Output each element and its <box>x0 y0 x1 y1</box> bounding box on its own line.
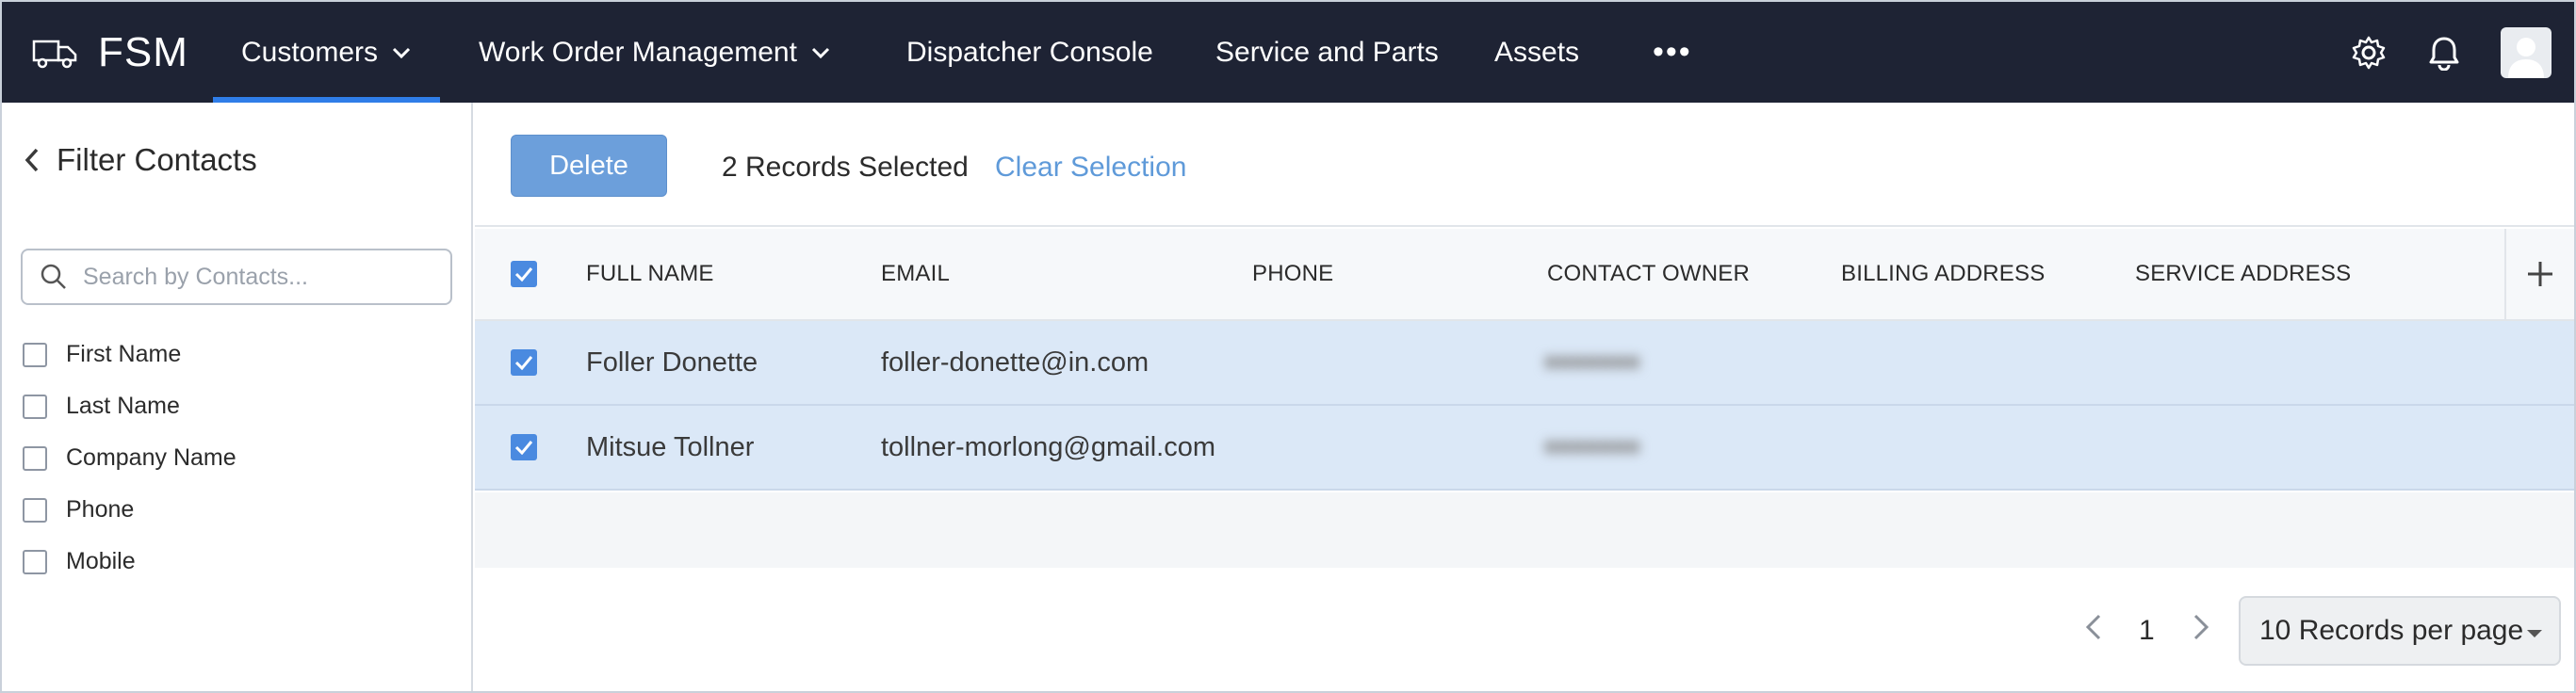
contacts-table: FULL NAME EMAIL PHONE CONTACT OWNER BILL… <box>475 229 2574 491</box>
filter-field-label: Company Name <box>66 444 236 471</box>
filter-field[interactable]: Phone <box>23 484 236 536</box>
filter-field-label: First Name <box>66 341 182 367</box>
checkbox[interactable] <box>23 445 47 471</box>
nav-dispatcher-console[interactable]: Dispatcher Console <box>906 2 1153 103</box>
chevron-down-icon <box>811 47 829 58</box>
gear-icon-svg <box>2352 36 2386 69</box>
column-header-service-address[interactable]: SERVICE ADDRESS <box>2135 261 2351 287</box>
current-page: 1 <box>2139 615 2155 646</box>
main-content: Delete 2 Records Selected Clear Selectio… <box>475 103 2574 691</box>
checkbox[interactable] <box>23 394 47 419</box>
top-navigation: FSM Customers Work Order Management Disp… <box>2 2 2574 103</box>
bell-icon[interactable] <box>2425 34 2463 72</box>
filter-field-list: First Name Last Name Company Name Phone … <box>23 329 236 588</box>
filter-field[interactable]: Last Name <box>23 380 236 432</box>
chevron-left-icon[interactable] <box>23 146 41 174</box>
nav-work-order-management[interactable]: Work Order Management <box>479 2 831 103</box>
cell-full-name[interactable]: Mitsue Tollner <box>586 432 754 463</box>
pagination: 1 10 Records per page <box>475 568 2574 691</box>
check-icon <box>514 441 533 455</box>
row-checkbox[interactable] <box>511 349 537 376</box>
bulk-action-bar: Delete 2 Records Selected Clear Selectio… <box>475 103 2574 227</box>
plus-icon <box>2528 262 2552 286</box>
user-avatar-icon <box>2508 37 2544 78</box>
checkbox[interactable] <box>23 549 47 574</box>
filter-field[interactable]: Company Name <box>23 432 236 484</box>
truck-logo-icon <box>32 40 77 68</box>
filter-field-label: Phone <box>66 496 135 523</box>
nav-work-order-label: Work Order Management <box>479 36 797 68</box>
nav-assets-label: Assets <box>1494 36 1580 68</box>
cell-email[interactable]: foller-donette@in.com <box>881 347 1149 379</box>
search-input[interactable] <box>83 263 441 291</box>
nav-customers[interactable]: Customers <box>212 2 441 103</box>
cell-contact-owner-blurred: ■■■■■■■ <box>1544 434 1640 459</box>
caret-down-icon <box>2527 630 2542 637</box>
chevron-left-icon[interactable] <box>2082 610 2105 644</box>
filter-field-label: Last Name <box>66 393 180 419</box>
selected-count: 2 Records Selected <box>722 152 969 183</box>
contacts-search-box[interactable] <box>21 249 452 305</box>
brand-name: FSM <box>98 28 188 75</box>
nav-service-and-parts[interactable]: Service and Parts <box>1215 2 1439 103</box>
filter-header[interactable]: Filter Contacts <box>23 142 257 178</box>
avatar[interactable] <box>2501 26 2552 78</box>
filter-field[interactable]: First Name <box>23 329 236 380</box>
filter-field-label: Mobile <box>66 548 136 574</box>
filter-sidebar: Filter Contacts First Name Last Name Com… <box>2 103 473 691</box>
check-icon <box>514 356 533 370</box>
chevron-right-icon[interactable] <box>2190 610 2212 644</box>
table-header: FULL NAME EMAIL PHONE CONTACT OWNER BILL… <box>475 229 2574 321</box>
nav-customers-label: Customers <box>241 36 379 68</box>
nav-right-tools <box>2350 2 2574 103</box>
cell-email[interactable]: tollner-morlong@gmail.com <box>881 432 1215 463</box>
nav-assets[interactable]: Assets <box>1494 2 1579 103</box>
records-per-page-select[interactable]: 10 Records per page <box>2239 596 2561 666</box>
cell-contact-owner-blurred: ■■■■■■■ <box>1544 349 1640 375</box>
table-empty-area <box>475 492 2574 568</box>
add-column-button[interactable] <box>2504 229 2574 319</box>
column-header-email[interactable]: EMAIL <box>881 261 950 287</box>
records-per-page-label: 10 Records per page <box>2259 615 2524 646</box>
column-header-contact-owner[interactable]: CONTACT OWNER <box>1547 261 1750 287</box>
nav-dispatcher-label: Dispatcher Console <box>906 36 1153 68</box>
column-header-phone[interactable]: PHONE <box>1252 261 1333 287</box>
row-checkbox[interactable] <box>511 434 537 460</box>
filter-field[interactable]: Mobile <box>23 536 236 588</box>
brand[interactable]: FSM <box>30 2 209 103</box>
nav-service-label: Service and Parts <box>1215 36 1439 68</box>
more-menu-icon[interactable]: ••• <box>1653 2 1692 103</box>
check-icon <box>514 267 533 282</box>
column-header-full-name[interactable]: FULL NAME <box>586 261 714 287</box>
search-icon <box>41 264 66 289</box>
chevron-down-icon <box>392 47 411 58</box>
select-all-checkbox[interactable] <box>511 261 537 287</box>
table-row[interactable]: Mitsue Tollner tollner-morlong@gmail.com… <box>475 406 2574 491</box>
column-header-billing-address[interactable]: BILLING ADDRESS <box>1841 261 2045 287</box>
delete-button[interactable]: Delete <box>511 135 667 197</box>
cell-full-name[interactable]: Foller Donette <box>586 347 758 379</box>
gear-icon[interactable] <box>2350 34 2388 72</box>
bell-icon-svg <box>2429 37 2459 71</box>
table-row[interactable]: Foller Donette foller-donette@in.com ■■■… <box>475 321 2574 406</box>
clear-selection-link[interactable]: Clear Selection <box>995 152 1186 184</box>
filter-title: Filter Contacts <box>57 142 257 177</box>
checkbox[interactable] <box>23 497 47 523</box>
checkbox[interactable] <box>23 342 47 367</box>
